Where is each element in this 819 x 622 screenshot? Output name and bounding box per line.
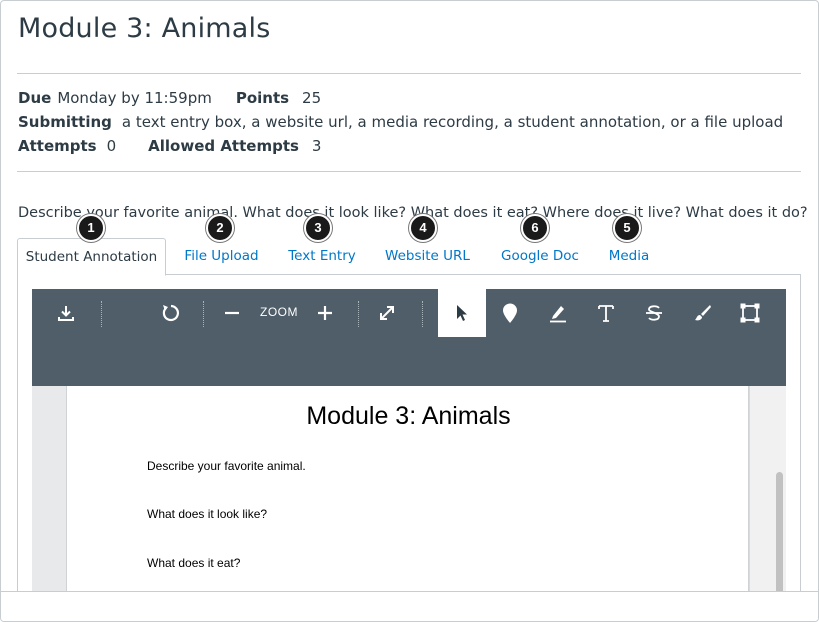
- callout-badge: 3: [304, 214, 332, 242]
- document-heading: Module 3: Animals: [306, 402, 511, 430]
- tab-website-url[interactable]: Website URL: [380, 238, 475, 275]
- tab-text-entry[interactable]: Text Entry: [283, 238, 361, 275]
- toolbar-separator: [358, 301, 359, 327]
- toolbar-separator: [203, 301, 204, 327]
- cursor-icon[interactable]: [438, 289, 486, 337]
- area-icon[interactable]: [726, 289, 774, 337]
- zoom-label: ZOOM: [260, 305, 298, 319]
- scrollbar-thumb[interactable]: [776, 472, 783, 594]
- points-value: 25: [302, 89, 322, 107]
- details-row-attempts: Attempts 0 Allowed Attempts 3: [18, 137, 321, 155]
- text-icon[interactable]: [582, 289, 630, 337]
- details-row-due: Due Monday by 11:59pm Points 25: [18, 89, 321, 107]
- brush-icon[interactable]: [678, 289, 726, 337]
- points-label: Points: [235, 89, 290, 107]
- divider: [17, 171, 801, 172]
- zoom-in-icon[interactable]: [301, 289, 349, 337]
- fullscreen-icon[interactable]: [363, 289, 411, 337]
- attempts-value: 0: [106, 137, 117, 155]
- allowed-attempts-label: Allowed Attempts: [148, 137, 299, 155]
- rotate-icon[interactable]: [146, 289, 194, 337]
- document-viewer[interactable]: Module 3: Animals Describe your favorite…: [32, 386, 786, 594]
- page-title: Module 3: Animals: [18, 13, 271, 44]
- download-icon[interactable]: [42, 289, 90, 337]
- frame-bottom: [1, 591, 818, 621]
- zoom-out-icon[interactable]: [208, 289, 256, 337]
- callout-badge: 1: [77, 214, 105, 242]
- due-label: Due: [18, 89, 52, 107]
- annotation-toolbar: ZOOM: [32, 289, 786, 386]
- tab-file-upload[interactable]: File Upload: [179, 238, 264, 275]
- tab-student-annotation[interactable]: Student Annotation: [17, 238, 166, 276]
- due-value: Monday by 11:59pm: [57, 89, 212, 107]
- attempts-label: Attempts: [18, 137, 97, 155]
- submitting-value: a text entry box, a website url, a media…: [121, 113, 784, 131]
- callout-badge: 2: [206, 214, 234, 242]
- document-page[interactable]: Module 3: Animals Describe your favorite…: [66, 386, 749, 594]
- toolbar-separator: [422, 301, 423, 327]
- submission-tabs: Student Annotation File Upload Text Entr…: [17, 238, 801, 276]
- document-line: Describe your favorite animal.: [147, 459, 306, 473]
- strikeout-icon[interactable]: [630, 289, 678, 337]
- details-row-submitting: Submitting a text entry box, a website ur…: [18, 113, 783, 131]
- callout-badge: 5: [613, 214, 641, 242]
- document-line: What does it eat?: [147, 556, 241, 570]
- tab-google-doc[interactable]: Google Doc: [495, 238, 585, 275]
- toolbar-separator: [101, 301, 102, 327]
- highlight-icon[interactable]: [534, 289, 582, 337]
- allowed-attempts-value: 3: [311, 137, 322, 155]
- assignment-window: Module 3: Animals Due Monday by 11:59pm Po…: [0, 0, 819, 622]
- tab-media[interactable]: Media: [605, 238, 653, 275]
- divider: [17, 73, 801, 74]
- callout-badge: 6: [521, 214, 549, 242]
- submitting-label: Submitting: [18, 113, 112, 131]
- document-line: What does it look like?: [147, 507, 268, 521]
- callout-badge: 4: [409, 214, 437, 242]
- pin-icon[interactable]: [486, 289, 534, 337]
